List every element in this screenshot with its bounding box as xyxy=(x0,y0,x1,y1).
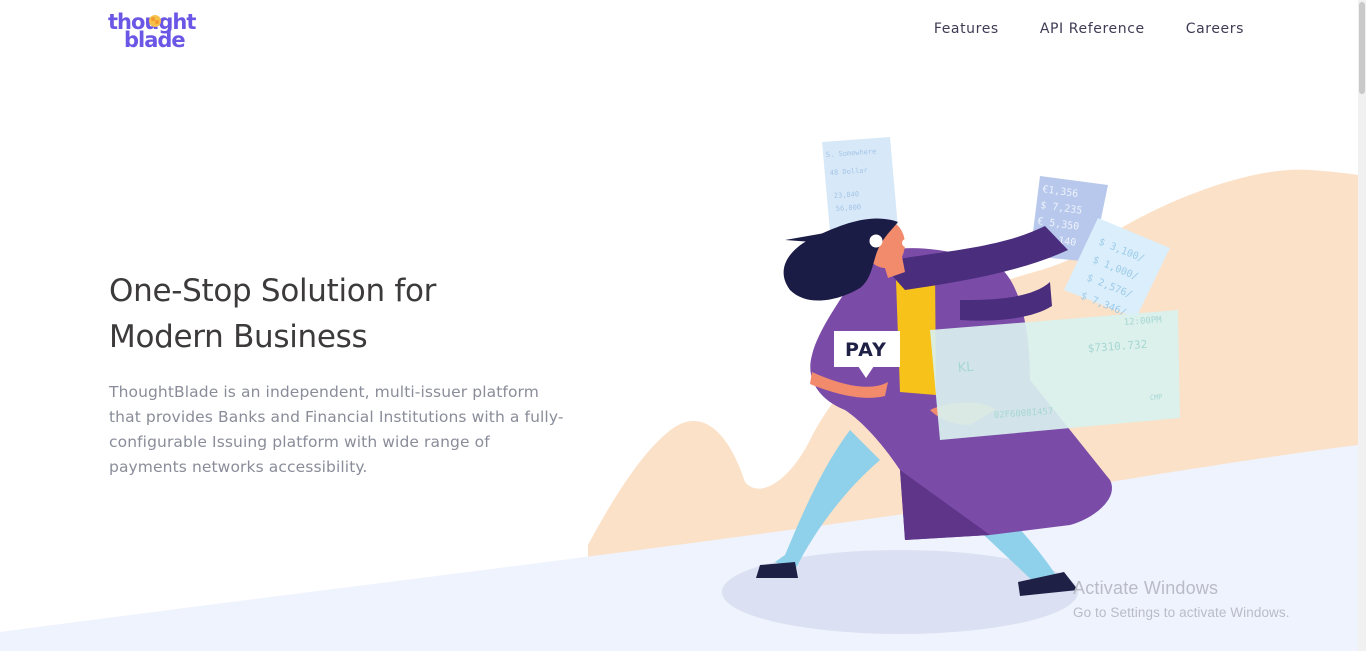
nav-api-reference[interactable]: API Reference xyxy=(1040,21,1145,37)
hero-description-line-2: that provides Banks and Financial Instit… xyxy=(109,408,564,426)
watermark-title: Activate Windows xyxy=(1073,578,1219,598)
hero-description-line-4: payments networks accessibility. xyxy=(109,458,368,476)
nav-features[interactable]: Features xyxy=(934,21,999,37)
brain-icon xyxy=(149,15,161,27)
check-letters: KL xyxy=(957,360,975,376)
check-code: CMP xyxy=(1150,393,1163,402)
main-nav: Features API Reference Careers xyxy=(934,21,1244,37)
thoughtblade-logo[interactable]: thought blade xyxy=(108,10,208,54)
hero-title-line-2: Modern Business xyxy=(109,319,368,355)
scrollbar-thumb[interactable] xyxy=(1359,2,1365,94)
logo-text-blade: blade xyxy=(124,28,186,52)
page-scrollbar[interactable] xyxy=(1358,0,1366,651)
hero-description-line-3: configurable Issuing platform with wide … xyxy=(109,433,490,451)
hero-title: One-Stop Solution for Modern Business xyxy=(109,268,529,360)
receipt-left: S. Somewhere 48 Dollar 23,840 56,000 xyxy=(822,137,898,232)
hero-description: ThoughtBlade is an independent, multi-is… xyxy=(109,380,589,480)
hero-title-line-1: One-Stop Solution for xyxy=(109,273,437,309)
activate-windows-watermark: Activate Windows Go to Settings to activ… xyxy=(1073,578,1290,620)
nav-careers[interactable]: Careers xyxy=(1186,21,1244,37)
watermark-subtitle: Go to Settings to activate Windows. xyxy=(1073,605,1290,620)
pay-label: PAY xyxy=(845,339,887,361)
check: 12:00PM KL $7310.732 02F6008I457 CMP xyxy=(930,310,1180,440)
hero-description-line-1: ThoughtBlade is an independent, multi-is… xyxy=(109,383,539,401)
